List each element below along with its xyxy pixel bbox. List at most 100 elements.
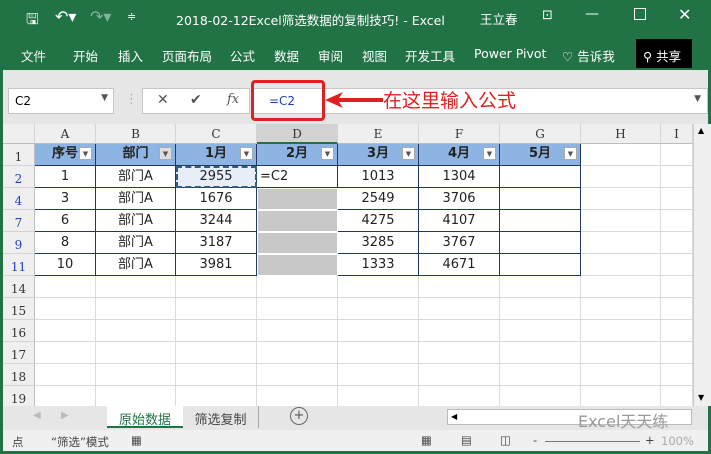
cell[interactable] [257, 320, 338, 342]
row-header-17[interactable]: 17 [3, 342, 35, 364]
cell[interactable] [176, 298, 257, 320]
cell[interactable] [500, 342, 581, 364]
cell[interactable] [35, 276, 96, 298]
cell[interactable] [257, 364, 338, 386]
cell[interactable] [338, 386, 419, 408]
row-header-15[interactable]: 15 [3, 298, 35, 320]
table-header-cell[interactable]: 序号 ▼ [35, 144, 96, 166]
cell[interactable] [338, 342, 419, 364]
cell[interactable]: 2549 [338, 188, 419, 210]
cell[interactable] [419, 298, 500, 320]
tab-home[interactable]: 开始 [73, 46, 98, 65]
share-button[interactable]: ⚲ 共享 [636, 39, 692, 68]
row-header-19[interactable]: 19 [3, 386, 35, 408]
row-header-11[interactable]: 11 [3, 254, 35, 276]
cell[interactable]: 3981 [176, 254, 257, 276]
scroll-left-icon[interactable]: ◀ [451, 412, 457, 421]
cell[interactable]: 1333 [338, 254, 419, 276]
row-header-7[interactable]: 7 [3, 210, 35, 232]
cell[interactable] [257, 188, 338, 210]
tab-file[interactable]: 文件 [21, 46, 46, 65]
table-header-cell[interactable] [661, 144, 693, 166]
cell[interactable]: 1304 [419, 166, 500, 188]
table-header-cell[interactable] [581, 144, 661, 166]
cell[interactable]: 部门A [96, 188, 176, 210]
page-break-view-icon[interactable]: ◫ [500, 433, 511, 447]
cell[interactable] [96, 386, 176, 408]
cell[interactable] [419, 386, 500, 408]
filter-dropdown-icon[interactable]: ▼ [240, 147, 253, 160]
cell[interactable] [500, 364, 581, 386]
splitter-handle[interactable]: ⋮ [125, 92, 138, 107]
cell[interactable] [500, 210, 581, 232]
table-header-cell[interactable]: 5月 ▼ [500, 144, 581, 166]
filter-dropdown-icon[interactable]: ▼ [321, 147, 334, 160]
column-header-A[interactable]: A [35, 124, 96, 144]
tell-me[interactable]: ♡ 告诉我 [562, 46, 615, 65]
cell[interactable] [661, 298, 693, 320]
cell[interactable] [661, 210, 693, 232]
cell[interactable]: =C2 [257, 166, 338, 188]
column-header-D[interactable]: D [257, 124, 338, 144]
filter-dropdown-icon[interactable]: ▼ [564, 147, 577, 160]
cell[interactable] [257, 254, 338, 276]
column-header-I[interactable]: I [661, 124, 693, 144]
cell[interactable]: 6 [35, 210, 96, 232]
cell[interactable]: 10 [35, 254, 96, 276]
cell[interactable] [661, 254, 693, 276]
zoom-slider[interactable] [545, 441, 640, 442]
cell[interactable]: 部门A [96, 232, 176, 254]
macro-record-icon[interactable]: ▦ [131, 433, 142, 447]
cell[interactable] [338, 364, 419, 386]
vertical-scrollbar[interactable]: ▲ ▼ [693, 124, 711, 406]
tab-page-layout[interactable]: 页面布局 [162, 46, 212, 65]
cell[interactable] [581, 320, 661, 342]
customize-icon[interactable]: ≑ [127, 10, 136, 23]
cell[interactable]: 部门A [96, 166, 176, 188]
cell[interactable] [419, 320, 500, 342]
cell[interactable] [338, 320, 419, 342]
ribbon-display-icon[interactable]: ⊡ [542, 8, 553, 23]
zoom-level[interactable]: 100% [661, 434, 694, 448]
scroll-up-icon[interactable]: ▲ [698, 126, 704, 135]
save-icon[interactable]: 🖫 [26, 9, 39, 34]
cell[interactable]: 3244 [176, 210, 257, 232]
cell[interactable] [581, 298, 661, 320]
cell[interactable] [35, 320, 96, 342]
sheet-tab-original[interactable]: 原始数据 [107, 406, 183, 428]
filter-dropdown-icon[interactable]: ▼ [483, 147, 496, 160]
maximize-icon[interactable] [634, 8, 646, 20]
cell[interactable] [257, 386, 338, 408]
cell[interactable]: 4107 [419, 210, 500, 232]
cell[interactable] [581, 210, 661, 232]
expand-formula-icon[interactable]: ▼ [694, 94, 701, 104]
cell[interactable]: 4275 [338, 210, 419, 232]
prev-sheet-icon[interactable]: ◀ [33, 410, 41, 421]
table-header-cell[interactable]: 2月 ▼ [257, 144, 338, 166]
cell[interactable]: 3285 [338, 232, 419, 254]
cell[interactable] [500, 254, 581, 276]
cell[interactable] [581, 166, 661, 188]
cell[interactable] [257, 232, 338, 254]
filter-dropdown-icon[interactable]: ▼ [79, 147, 92, 160]
undo-icon[interactable]: ↶▾ [55, 7, 76, 26]
cell[interactable] [96, 342, 176, 364]
cell[interactable] [661, 188, 693, 210]
cell[interactable] [96, 364, 176, 386]
tab-view[interactable]: 视图 [362, 46, 387, 65]
user-name[interactable]: 王立春 [480, 9, 518, 28]
cell[interactable]: 3 [35, 188, 96, 210]
tab-data[interactable]: 数据 [274, 46, 299, 65]
cell[interactable] [419, 364, 500, 386]
row-header-1[interactable]: 1 [3, 144, 35, 166]
cell[interactable] [581, 188, 661, 210]
cell[interactable]: 1 [35, 166, 96, 188]
cell[interactable] [96, 320, 176, 342]
cancel-icon[interactable]: ✕ [157, 92, 169, 108]
tab-insert[interactable]: 插入 [118, 46, 143, 65]
cell[interactable] [581, 386, 661, 408]
insert-function-icon[interactable]: fx [227, 92, 239, 107]
tab-developer[interactable]: 开发工具 [405, 46, 455, 65]
cell[interactable]: 1676 [176, 188, 257, 210]
cell[interactable]: 3706 [419, 188, 500, 210]
